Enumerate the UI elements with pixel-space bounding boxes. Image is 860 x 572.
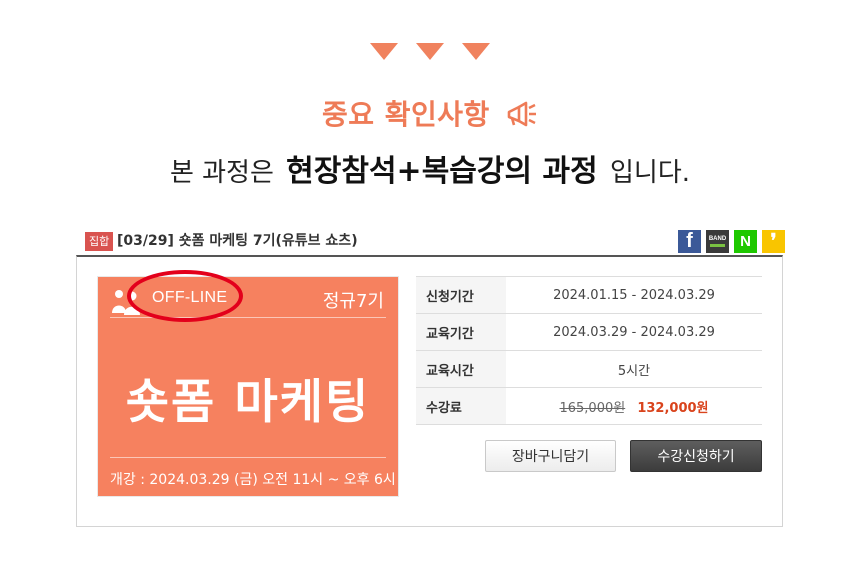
table-row: 수강료 165,000원 132,000원 <box>416 387 762 425</box>
divider <box>110 457 386 458</box>
price-label: 수강료 <box>416 387 506 425</box>
table-row: 신청기간 2024.01.15 - 2024.03.29 <box>416 276 762 314</box>
naver-share-icon[interactable]: N <box>734 230 757 253</box>
price-value: 165,000원 132,000원 <box>506 387 762 425</box>
highlight-circle <box>127 270 243 322</box>
down-arrow-icon <box>370 43 398 60</box>
info-value: 5시간 <box>506 350 762 388</box>
table-row: 교육기간 2024.03.29 - 2024.03.29 <box>416 313 762 351</box>
subtitle-emphasis: 현장참석+복습강의 과정 <box>286 154 598 189</box>
course-title: [03/29] 숏폼 마케팅 7기(유튜브 쇼츠) <box>117 233 358 249</box>
course-info-table: 신청기간 2024.01.15 - 2024.03.29 교육기간 2024.0… <box>416 276 762 425</box>
poster-schedule: 개강 : 2024.03.29 (금) 오전 11시 ~ 오후 6시 <box>110 472 396 488</box>
course-type-badge: 집합 <box>85 232 114 251</box>
down-arrow-icon <box>462 43 490 60</box>
facebook-share-icon[interactable]: f <box>678 230 701 253</box>
course-header: 집합 [03/29] 숏폼 마케팅 7기(유튜브 쇼츠) f BAND N ❜ <box>85 230 785 255</box>
subtitle-prefix: 본 과정은 <box>169 158 274 188</box>
info-value: 2024.03.29 - 2024.03.29 <box>506 313 762 351</box>
subtitle-suffix: 입니다. <box>610 158 691 188</box>
megaphone-icon <box>507 101 537 127</box>
info-label: 교육시간 <box>416 350 506 388</box>
notice-title: 중요 확인사항 <box>0 93 860 133</box>
band-share-icon[interactable]: BAND <box>706 230 729 253</box>
info-value: 2024.01.15 - 2024.03.29 <box>506 276 762 314</box>
info-label: 신청기간 <box>416 276 506 314</box>
apply-course-button[interactable]: 수강신청하기 <box>630 440 762 472</box>
down-arrows-decoration <box>370 43 490 63</box>
notice-title-text: 중요 확인사항 <box>321 98 490 131</box>
cohort-label: 정규7기 <box>322 291 384 312</box>
kakao-share-icon[interactable]: ❜ <box>762 230 785 253</box>
band-share-label: BAND <box>708 236 727 242</box>
share-buttons: f BAND N ❜ <box>678 230 785 253</box>
info-label: 교육기간 <box>416 313 506 351</box>
notice-subtitle: 본 과정은 현장참석+복습강의 과정 입니다. <box>0 146 860 190</box>
down-arrow-icon <box>416 43 444 60</box>
poster-main-title: 숏폼 마케팅 <box>125 375 371 430</box>
sale-price: 132,000원 <box>637 400 709 416</box>
add-to-cart-button[interactable]: 장바구니담기 <box>485 440 616 472</box>
table-row: 교육시간 5시간 <box>416 350 762 388</box>
original-price: 165,000원 <box>559 400 626 416</box>
